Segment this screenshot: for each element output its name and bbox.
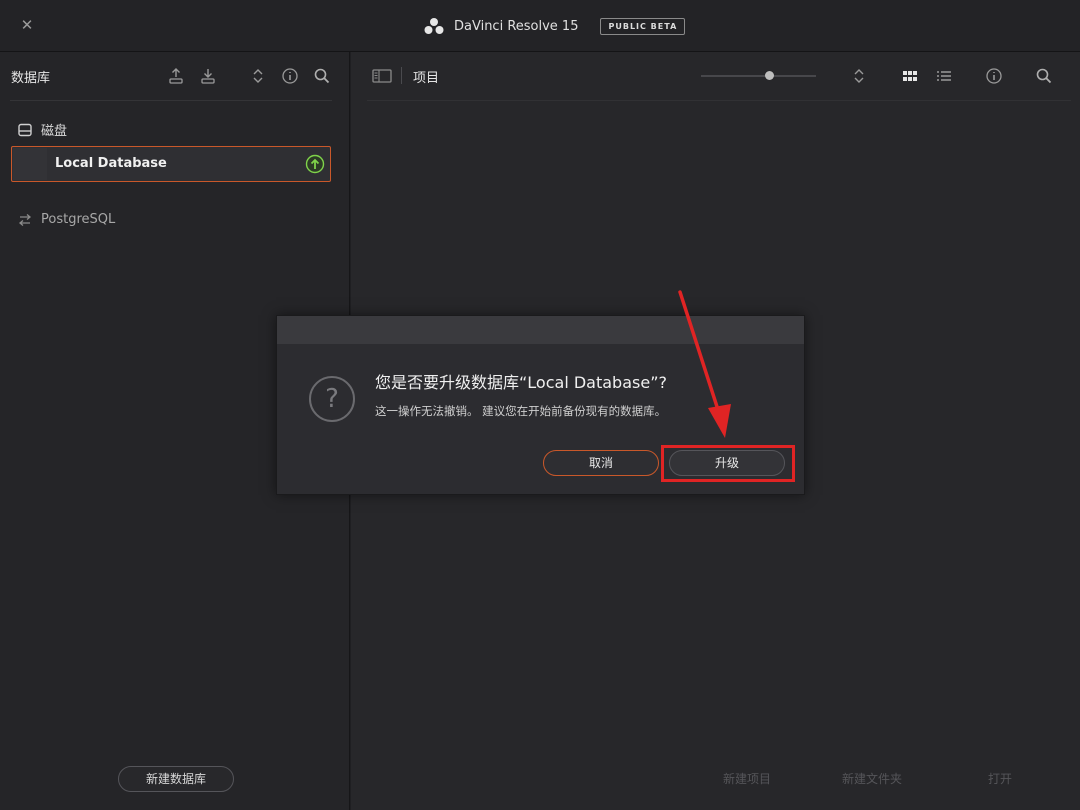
- search-icon[interactable]: [312, 66, 332, 86]
- grid-view-icon[interactable]: [900, 66, 920, 86]
- davinci-logo-icon: [424, 18, 444, 34]
- app-title: DaVinci Resolve 15 PUBLIC BETA: [424, 14, 686, 38]
- new-project-button[interactable]: 新建项目: [723, 770, 771, 787]
- database-panel-title: 数据库: [11, 71, 51, 86]
- postgresql-label: PostgreSQL: [41, 212, 116, 227]
- highlight-box: [661, 445, 795, 482]
- project-panel-header: 项目: [351, 52, 1080, 100]
- list-view-icon[interactable]: [934, 66, 954, 86]
- sort-icon[interactable]: [248, 66, 268, 86]
- close-icon[interactable]: ✕: [18, 16, 36, 34]
- sort-icon[interactable]: [849, 66, 869, 86]
- disk-icon: [18, 123, 32, 136]
- postgresql-item[interactable]: PostgreSQL: [17, 212, 115, 227]
- cancel-button[interactable]: 取消: [543, 450, 659, 476]
- network-arrows-icon: [18, 213, 32, 226]
- project-panel-title: 项目: [413, 71, 440, 86]
- disk-section-header: 磁盘: [17, 120, 67, 139]
- database-item-label: Local Database: [55, 156, 167, 171]
- question-icon: ?: [309, 376, 355, 422]
- new-folder-button[interactable]: 新建文件夹: [842, 770, 902, 787]
- divider: [401, 67, 402, 84]
- info-icon[interactable]: [984, 66, 1004, 86]
- upload-icon[interactable]: [166, 66, 186, 86]
- thumbnail-size-slider[interactable]: [701, 75, 816, 77]
- new-database-button[interactable]: 新建数据库: [118, 766, 234, 792]
- app-name: DaVinci Resolve 15: [454, 18, 579, 34]
- download-icon[interactable]: [198, 66, 218, 86]
- search-icon[interactable]: [1034, 66, 1054, 86]
- disk-section-label: 磁盘: [41, 124, 68, 139]
- beta-badge: PUBLIC BETA: [600, 17, 686, 35]
- title-bar: ✕ DaVinci Resolve 15 PUBLIC BETA: [0, 0, 1080, 52]
- database-thumbnail: [13, 148, 47, 180]
- slider-handle[interactable]: [765, 71, 774, 80]
- divider: [10, 100, 332, 101]
- database-item-local[interactable]: Local Database: [11, 146, 331, 182]
- open-button[interactable]: 打开: [988, 770, 1012, 787]
- annotation-arrow-icon: [678, 290, 731, 438]
- divider: [367, 100, 1071, 101]
- info-icon[interactable]: [280, 66, 300, 86]
- database-panel-header: 数据库: [0, 52, 350, 100]
- sidebar-toggle-icon[interactable]: [371, 66, 393, 86]
- upgrade-arrow-icon[interactable]: [305, 154, 325, 174]
- dialog-title: 您是否要升级数据库“Local Database”?: [375, 373, 667, 392]
- dialog-message: 这一操作无法撤销。 建议您在开始前备份现有的数据库。: [375, 404, 667, 418]
